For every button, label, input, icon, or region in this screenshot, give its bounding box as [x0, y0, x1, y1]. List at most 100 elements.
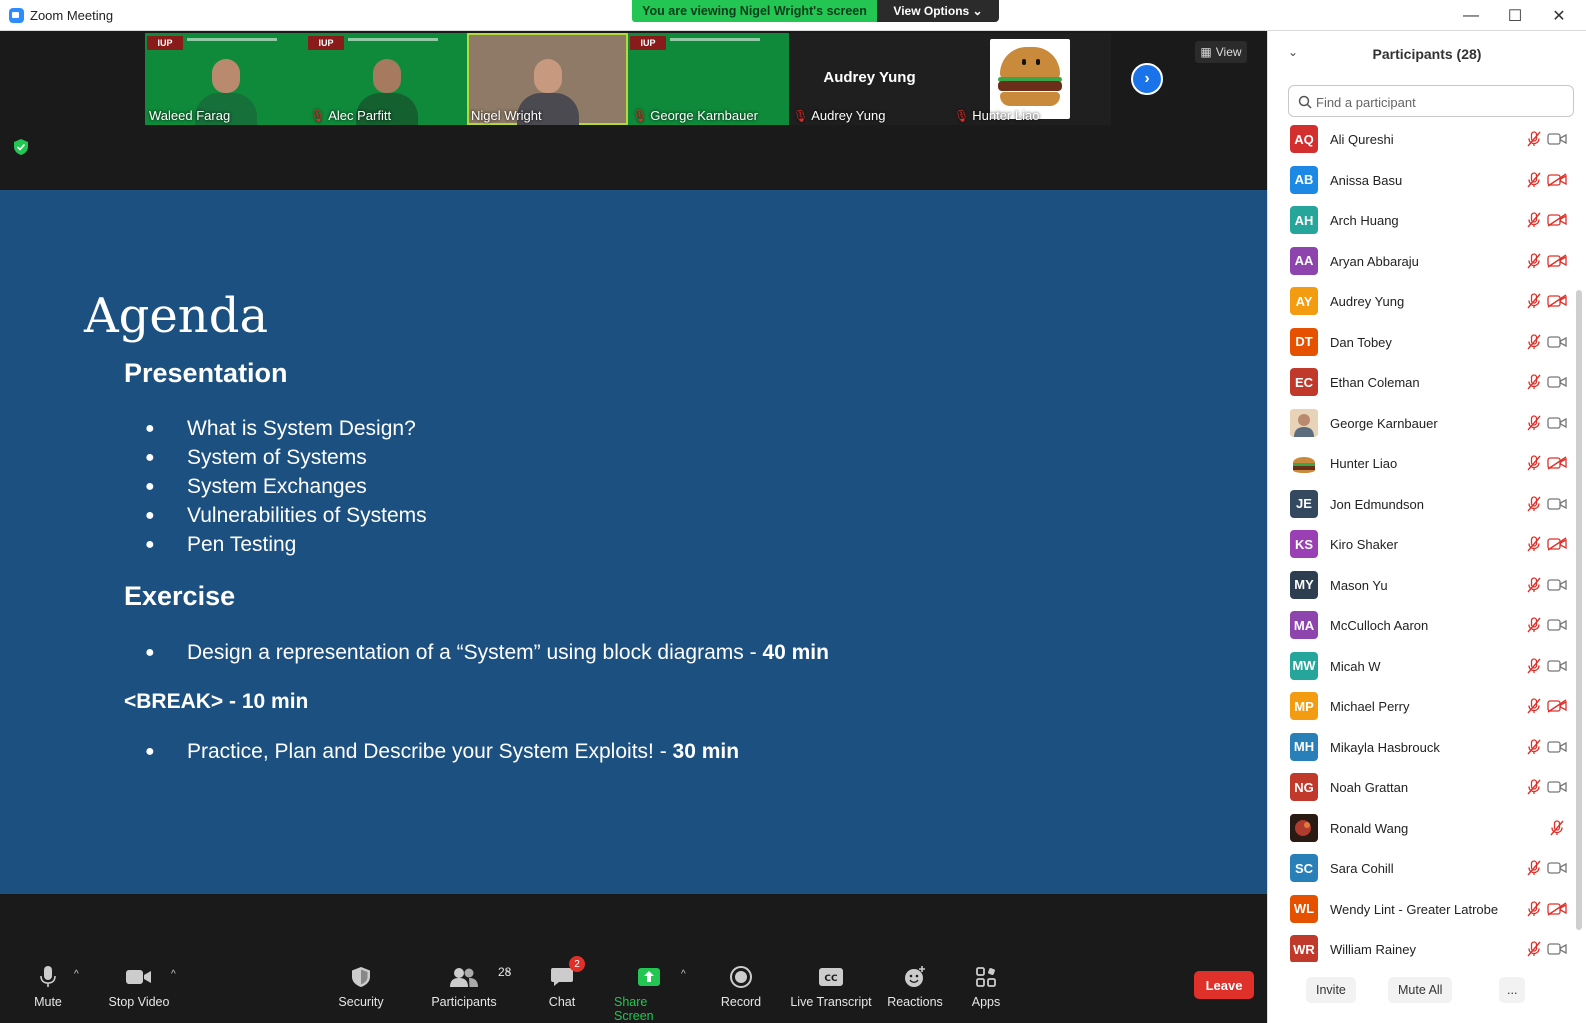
mute-button[interactable]: Mute	[28, 959, 68, 1023]
participant-row[interactable]: WR William Rainey	[1268, 929, 1573, 962]
video-camera-icon[interactable]	[1547, 132, 1567, 146]
video-options-caret[interactable]: ^	[171, 969, 176, 980]
muted-mic-icon[interactable]	[1526, 536, 1542, 552]
participant-list-scrollbar[interactable]	[1576, 290, 1582, 930]
participant-row[interactable]: AQ Ali Qureshi	[1268, 119, 1573, 160]
participant-row[interactable]: JE Jon Edmundson	[1268, 484, 1573, 525]
participant-row[interactable]: Hunter Liao	[1268, 443, 1573, 484]
muted-mic-icon[interactable]	[1526, 252, 1542, 269]
stop-video-button[interactable]: Stop Video	[104, 959, 174, 1023]
close-button[interactable]: ✕	[1537, 0, 1581, 31]
chat-bubble-icon	[551, 968, 573, 986]
participant-row[interactable]: EC Ethan Coleman	[1268, 362, 1573, 403]
share-options-caret[interactable]: ^	[681, 969, 686, 980]
participant-row[interactable]: AB Anissa Basu	[1268, 160, 1573, 201]
video-off-icon[interactable]	[1547, 213, 1567, 227]
search-input[interactable]	[1316, 91, 1568, 113]
video-off-icon[interactable]	[1547, 294, 1567, 308]
video-thumbnail-active-speaker[interactable]: Nigel Wright	[467, 33, 628, 125]
more-options-button[interactable]: ...	[1499, 977, 1526, 1003]
video-thumbnail[interactable]: IUP 🎙 Alec Parfitt	[306, 33, 467, 125]
participant-row[interactable]: MW Micah W	[1268, 646, 1573, 687]
participant-row[interactable]: DT Dan Tobey	[1268, 322, 1573, 363]
muted-mic-icon[interactable]	[1526, 576, 1542, 593]
mute-all-button[interactable]: Mute All	[1388, 977, 1453, 1003]
participants-options-caret[interactable]: ^	[505, 969, 510, 980]
video-thumbnail[interactable]: 🎙 Hunter Liao	[950, 33, 1111, 125]
record-button[interactable]: Record	[716, 959, 766, 1023]
muted-mic-icon[interactable]	[1526, 860, 1542, 876]
muted-mic-icon[interactable]	[1526, 495, 1542, 512]
video-off-icon[interactable]	[1547, 901, 1567, 916]
muted-mic-icon[interactable]	[1526, 333, 1542, 350]
participant-row[interactable]: George Karnbauer	[1268, 403, 1573, 444]
invite-button[interactable]: Invite	[1306, 977, 1356, 1003]
participant-search[interactable]	[1288, 85, 1574, 117]
video-camera-icon[interactable]	[1547, 942, 1567, 956]
view-layout-button[interactable]: ▦ View	[1195, 41, 1247, 63]
agenda-item: What is System Design?	[187, 417, 416, 440]
leave-button[interactable]: Leave	[1194, 971, 1254, 999]
video-camera-icon[interactable]	[1547, 618, 1567, 632]
muted-mic-icon[interactable]	[1526, 293, 1542, 309]
muted-mic-icon[interactable]	[1526, 698, 1542, 714]
muted-mic-icon[interactable]	[1526, 900, 1542, 917]
video-camera-icon[interactable]	[1547, 497, 1567, 511]
video-off-icon[interactable]	[1547, 699, 1567, 713]
video-off-icon[interactable]	[1547, 537, 1567, 551]
video-off-icon[interactable]	[1547, 456, 1567, 470]
live-transcript-button[interactable]: CC Live Transcript	[784, 959, 878, 1023]
bullet: ●	[145, 507, 155, 524]
video-camera-icon[interactable]	[1547, 740, 1567, 754]
maximize-button[interactable]: ☐	[1493, 0, 1537, 31]
video-off-icon[interactable]	[1547, 172, 1567, 187]
muted-mic-icon[interactable]	[1526, 131, 1542, 147]
view-options-button[interactable]: View Options ⌄	[877, 0, 999, 22]
video-camera-icon[interactable]	[1547, 335, 1567, 349]
participant-row[interactable]: AH Arch Huang	[1268, 200, 1573, 241]
video-camera-icon[interactable]	[1547, 375, 1567, 389]
participant-row[interactable]: SC Sara Cohill	[1268, 848, 1573, 889]
participant-row[interactable]: AY Audrey Yung	[1268, 281, 1573, 322]
participant-row[interactable]: WL Wendy Lint - Greater Latrobe	[1268, 889, 1573, 930]
video-thumbnail[interactable]: Audrey Yung 🎙 Audrey Yung	[789, 33, 950, 125]
participant-row[interactable]: MA McCulloch Aaron	[1268, 605, 1573, 646]
video-off-icon[interactable]	[1547, 253, 1567, 268]
encryption-shield-icon[interactable]	[14, 139, 28, 155]
muted-mic-icon[interactable]	[1526, 414, 1542, 431]
muted-mic-icon[interactable]	[1526, 455, 1542, 471]
video-thumbnail[interactable]: IUP 🎙 George Karnbauer	[628, 33, 789, 125]
muted-mic-icon[interactable]	[1526, 779, 1542, 795]
participant-row[interactable]: Ronald Wang	[1268, 808, 1573, 849]
muted-mic-icon[interactable]	[1526, 617, 1542, 633]
muted-mic-icon[interactable]	[1549, 819, 1565, 836]
participants-button[interactable]: 28 Participants	[424, 959, 511, 1023]
video-camera-icon[interactable]	[1547, 861, 1567, 875]
next-page-arrow-button[interactable]: ›	[1131, 63, 1163, 95]
video-camera-icon[interactable]	[1547, 416, 1567, 430]
muted-mic-icon[interactable]	[1526, 212, 1542, 228]
chat-button[interactable]: 2 Chat	[540, 956, 585, 1023]
reactions-button[interactable]: Reactions	[880, 959, 950, 1023]
participant-row[interactable]: MY Mason Yu	[1268, 565, 1573, 606]
video-camera-icon[interactable]	[1547, 659, 1567, 673]
participant-row[interactable]: KS Kiro Shaker	[1268, 524, 1573, 565]
video-camera-icon[interactable]	[1547, 780, 1567, 794]
share-screen-button[interactable]: Share Screen	[614, 959, 684, 1023]
muted-mic-icon[interactable]	[1526, 738, 1542, 755]
muted-mic-icon[interactable]	[1526, 374, 1542, 390]
security-button[interactable]: Security	[330, 959, 392, 1023]
muted-mic-icon[interactable]	[1526, 941, 1542, 957]
participant-row[interactable]: AA Aryan Abbaraju	[1268, 241, 1573, 282]
apps-button[interactable]: Apps	[966, 959, 1006, 1023]
participant-avatar	[1290, 408, 1318, 437]
minimize-button[interactable]: —	[1449, 0, 1493, 31]
muted-mic-icon[interactable]	[1526, 171, 1542, 188]
participant-row[interactable]: NG Noah Grattan	[1268, 767, 1573, 808]
muted-mic-icon[interactable]	[1526, 657, 1542, 674]
audio-options-caret[interactable]: ^	[74, 969, 79, 980]
participant-row[interactable]: MH Mikayla Hasbrouck	[1268, 727, 1573, 768]
video-camera-icon[interactable]	[1547, 578, 1567, 592]
video-thumbnail[interactable]: IUP Waleed Farag	[145, 33, 306, 125]
participant-row[interactable]: MP Michael Perry	[1268, 686, 1573, 727]
